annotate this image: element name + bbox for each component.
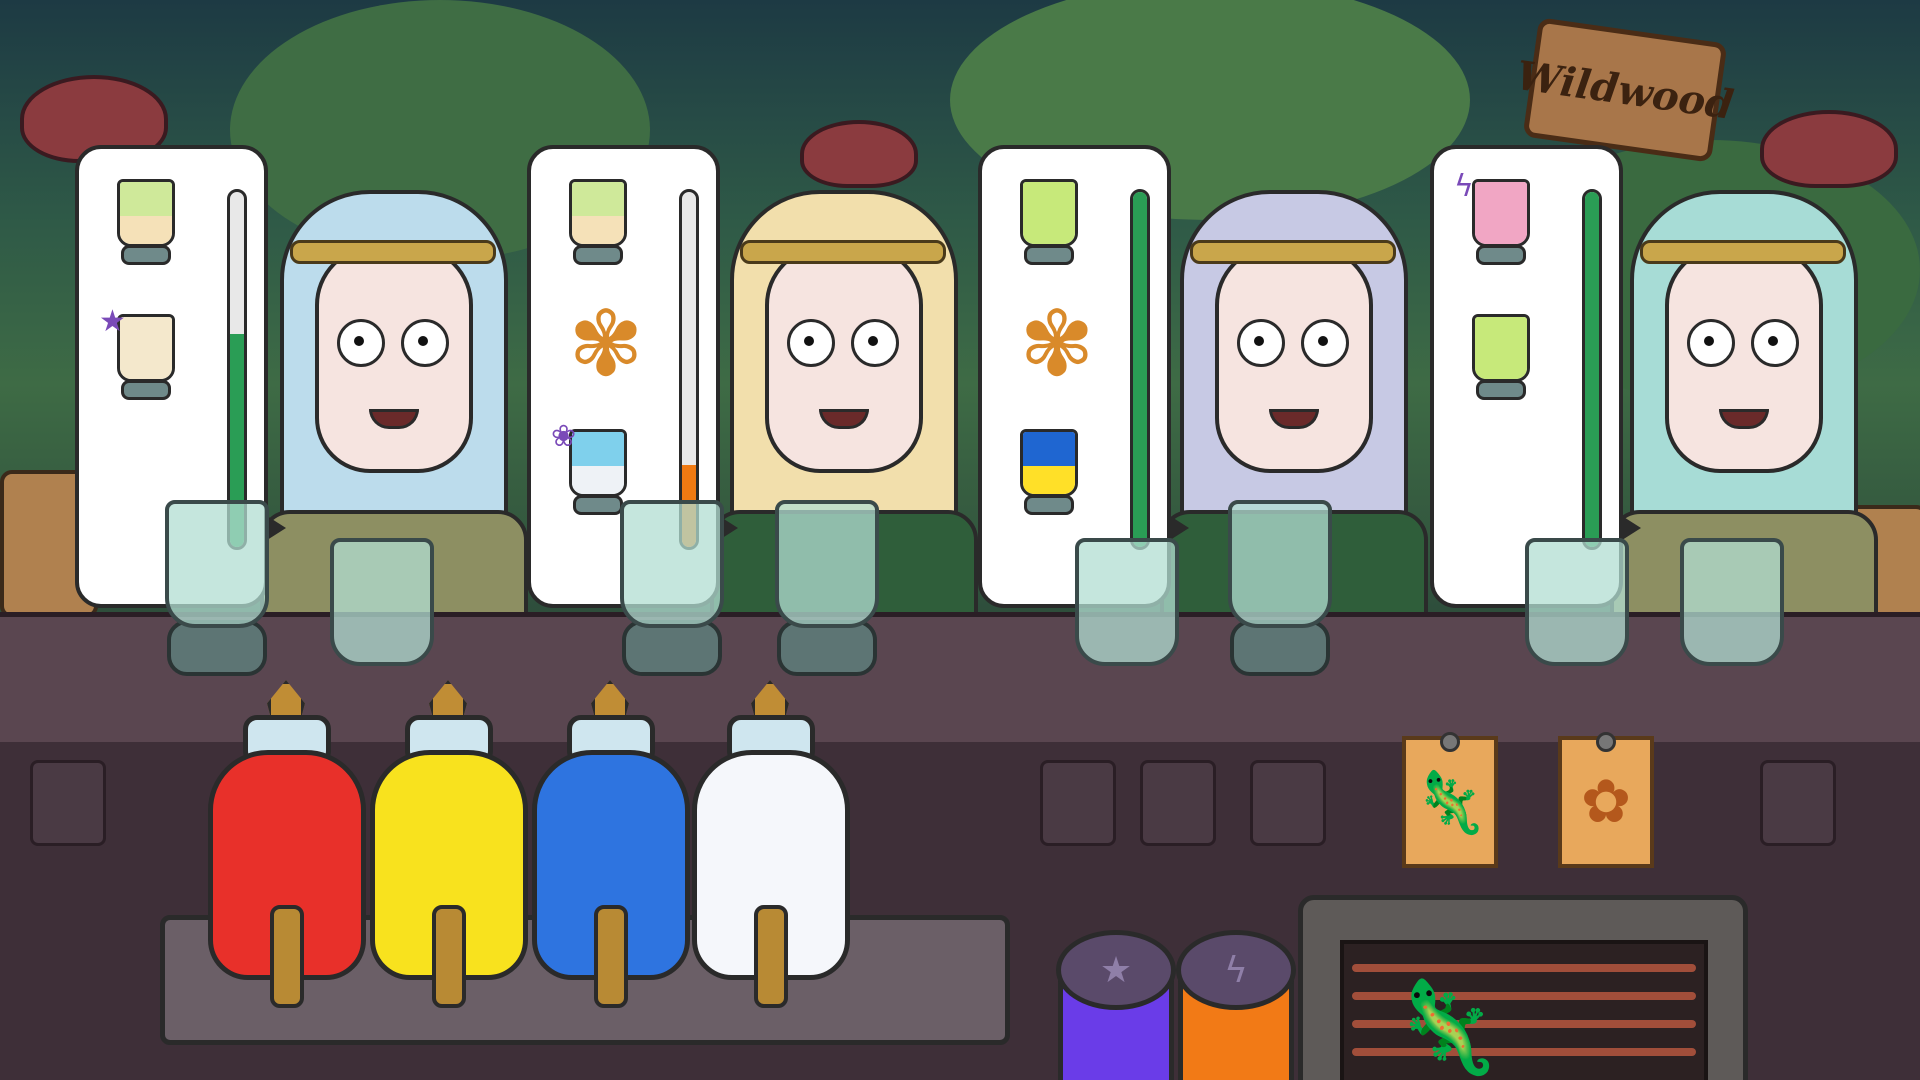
- patience-meter: [227, 189, 247, 550]
- lightning-icon: ϟ: [1454, 169, 1474, 204]
- patience-meter-fill: [1585, 192, 1599, 547]
- elf-eye: [337, 319, 385, 367]
- drink-top-layer: [1023, 432, 1075, 467]
- mandrake-root-icon: ✾: [1019, 291, 1095, 397]
- patience-meter: [1130, 189, 1150, 550]
- empty-cup-7[interactable]: [1525, 538, 1629, 666]
- grill-bar: [1352, 964, 1696, 972]
- elf-eye: [1237, 319, 1285, 367]
- milk-dispenser-tap[interactable]: [754, 905, 788, 1008]
- cup-holder: [622, 620, 722, 676]
- elf-eye: [401, 319, 449, 367]
- elf-circlet: [740, 240, 946, 264]
- counter-drawer: [1250, 760, 1326, 846]
- elf-circlet: [290, 240, 496, 264]
- elf-pupil: [418, 336, 428, 346]
- empty-cup-6[interactable]: [1228, 500, 1332, 628]
- patience-meter: [679, 189, 699, 550]
- order-drink-lime-drink: [1020, 179, 1078, 247]
- elf-pupil: [1318, 336, 1328, 346]
- order-glass-base: [573, 245, 623, 265]
- lightning-icon: ϟ: [1224, 949, 1248, 991]
- order-glass-base: [573, 495, 623, 515]
- purple-star-jar-lid: ★: [1056, 930, 1176, 1010]
- elf-face: [765, 245, 923, 473]
- empty-cup-3[interactable]: [620, 500, 724, 628]
- counter-drawer: [30, 760, 106, 846]
- location-sign-text: Wildwood: [1513, 51, 1737, 129]
- order-glass-base: [1476, 245, 1526, 265]
- elf-pupil: [868, 336, 878, 346]
- elf-mouth: [819, 409, 869, 429]
- empty-cup-2[interactable]: [330, 538, 434, 666]
- elf-eye: [1301, 319, 1349, 367]
- order-drink-lime-cream-drink: [569, 179, 627, 247]
- star-icon: ★: [1099, 949, 1133, 991]
- red-dispenser-tap[interactable]: [270, 905, 304, 1008]
- patience-meter: [1582, 189, 1602, 550]
- order-glass-base: [121, 380, 171, 400]
- orange-lightning-jar-lid: ϟ: [1176, 930, 1296, 1010]
- blue-dispenser-tap[interactable]: [594, 905, 628, 1008]
- drink-top-layer: [572, 182, 624, 217]
- empty-cup-4[interactable]: [775, 500, 879, 628]
- order-glass-base: [1024, 245, 1074, 265]
- elf-pupil: [1704, 336, 1714, 346]
- order-glass-base: [1024, 495, 1074, 515]
- mandrake-icon: ✿: [1580, 767, 1632, 837]
- elf-pupil: [1768, 336, 1778, 346]
- salamander-icon: 🦎: [1412, 767, 1488, 838]
- drink-top-layer: [120, 182, 172, 217]
- butterfly-icon: ❀: [551, 419, 577, 454]
- drink-top-layer: [1023, 182, 1075, 217]
- drink-top-layer: [1475, 317, 1527, 352]
- elf-eye: [851, 319, 899, 367]
- elf-face: [1665, 245, 1823, 473]
- elf-pupil: [1254, 336, 1264, 346]
- elf-circlet: [1190, 240, 1396, 264]
- cup-holder: [777, 620, 877, 676]
- elf-face: [315, 245, 473, 473]
- poster-pin: [1596, 732, 1616, 752]
- elf-face: [1215, 245, 1373, 473]
- yellow-dispenser-tap[interactable]: [432, 905, 466, 1008]
- empty-cup-1[interactable]: [165, 500, 269, 628]
- empty-cup-5[interactable]: [1075, 538, 1179, 666]
- counter-drawer: [1140, 760, 1216, 846]
- counter-drawer: [1760, 760, 1836, 846]
- elf-eye: [1751, 319, 1799, 367]
- cup-holder: [1230, 620, 1330, 676]
- elf-mouth: [1269, 409, 1319, 429]
- order-drink-lime-cream-drink: [117, 179, 175, 247]
- patience-meter-fill: [1133, 192, 1147, 547]
- salamander-poster[interactable]: 🦎: [1402, 732, 1498, 868]
- empty-cup-8[interactable]: [1680, 538, 1784, 666]
- poster-pin: [1440, 732, 1460, 752]
- mandrake-poster[interactable]: ✿: [1558, 732, 1654, 868]
- elf-mouth: [369, 409, 419, 429]
- game-scene: Wildwood ★ ✾ ❀ ✾ ϟ ★ ϟ 🦎 ✿ 🦎: [0, 0, 1920, 1080]
- elf-pupil: [804, 336, 814, 346]
- order-glass-base: [121, 245, 171, 265]
- roasting-salamander-icon[interactable]: 🦎: [1390, 975, 1502, 1080]
- elf-eye: [1687, 319, 1735, 367]
- elf-mouth: [1719, 409, 1769, 429]
- order-drink-lime-drink: [1472, 314, 1530, 382]
- star-fruit-icon: ★: [99, 304, 126, 339]
- counter-drawer: [1040, 760, 1116, 846]
- cup-holder: [167, 620, 267, 676]
- elf-circlet: [1640, 240, 1846, 264]
- mandrake-root-icon: ✾: [568, 291, 644, 397]
- order-glass-base: [1476, 380, 1526, 400]
- order-drink-blue-yellow-drink: [1020, 429, 1078, 497]
- elf-pupil: [354, 336, 364, 346]
- elf-eye: [787, 319, 835, 367]
